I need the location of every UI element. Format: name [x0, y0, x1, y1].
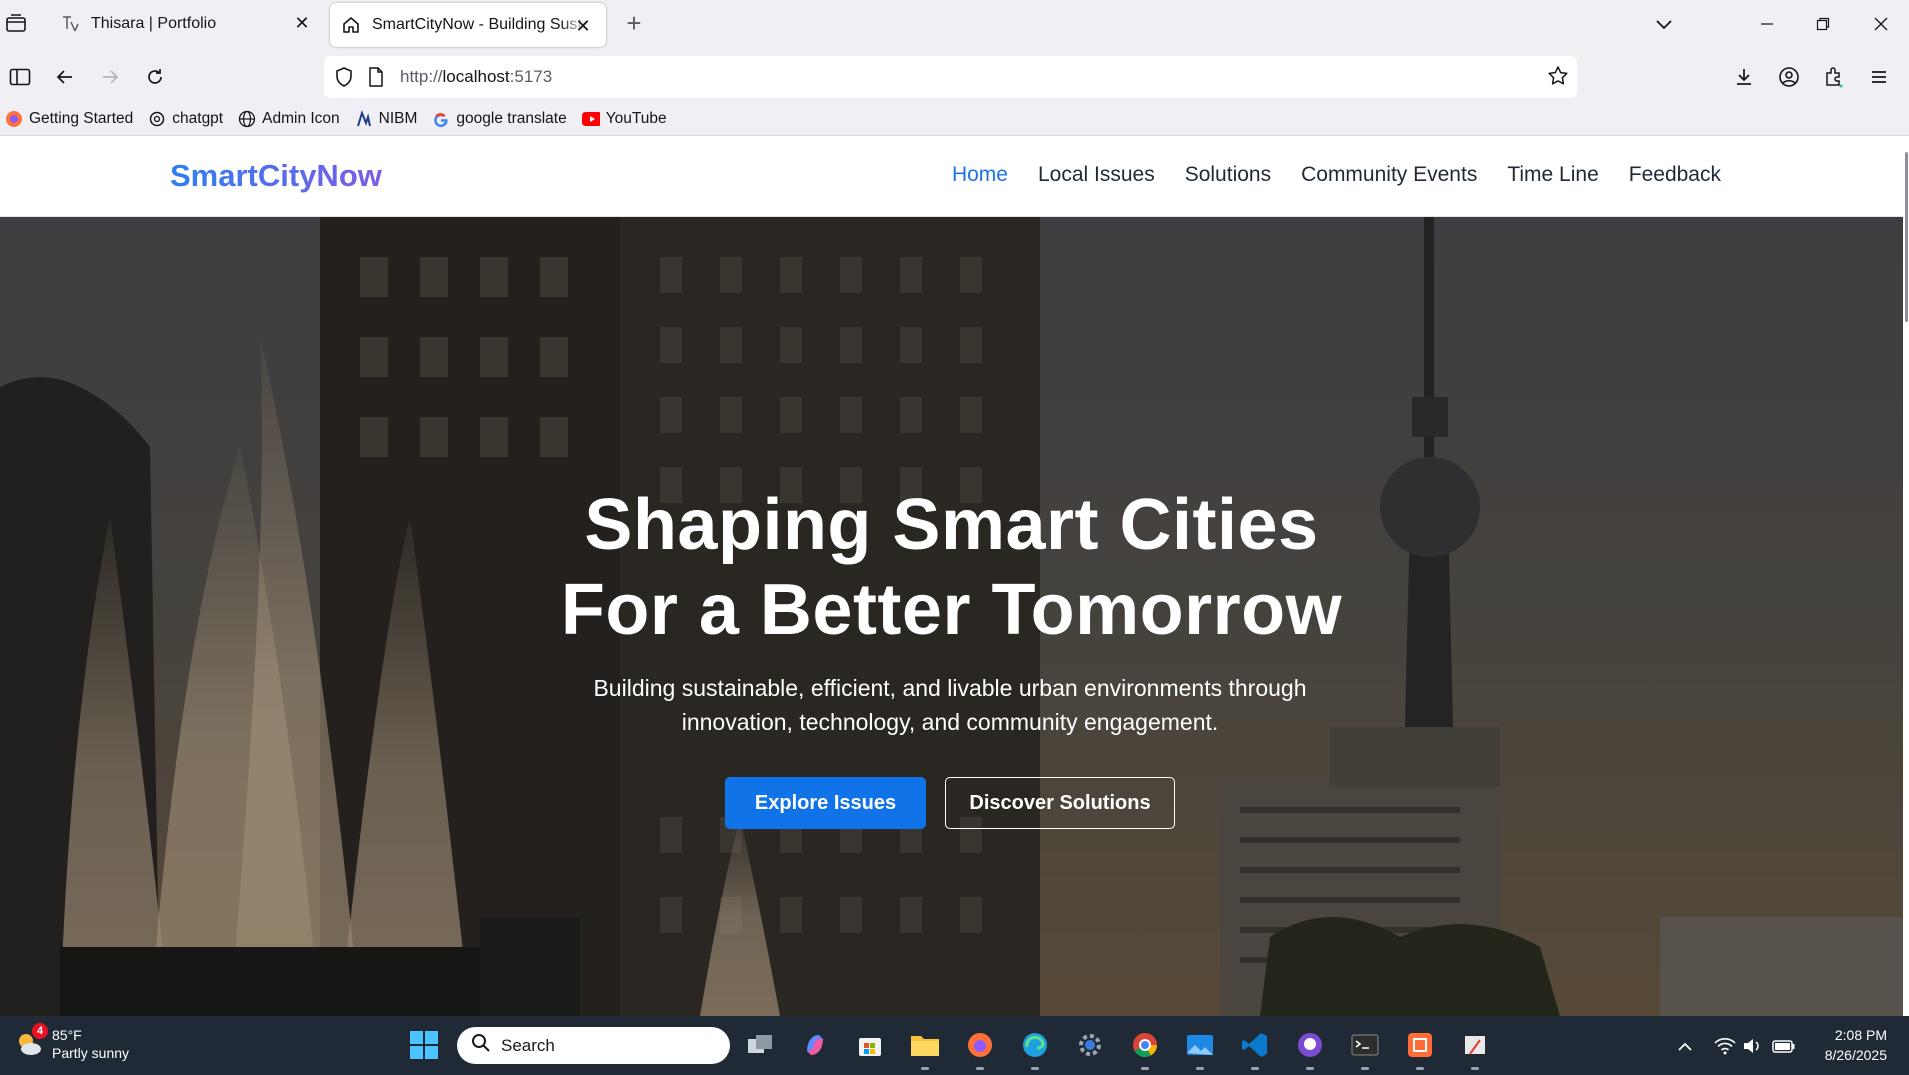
- firefox-taskbar-icon[interactable]: [963, 1028, 997, 1070]
- windows-start-icon[interactable]: [410, 1031, 438, 1059]
- site-header: SmartCityNow Home Local Issues Solutions…: [0, 136, 1903, 217]
- extensions-icon[interactable]: [1819, 62, 1849, 92]
- address-bar[interactable]: http://localhost:5173: [324, 56, 1577, 98]
- bookmark-chatgpt[interactable]: chatgpt: [148, 110, 223, 128]
- list-all-tabs-icon[interactable]: [1652, 12, 1676, 36]
- nibm-icon: [355, 110, 373, 128]
- vscode-icon[interactable]: [1238, 1028, 1272, 1070]
- app-menu-icon[interactable]: [1864, 62, 1894, 92]
- close-window-button[interactable]: [1853, 0, 1909, 47]
- terminal-icon[interactable]: [1348, 1028, 1382, 1070]
- nav-link-local-issues[interactable]: Local Issues: [1038, 163, 1155, 187]
- clock-date: 8/26/2025: [1824, 1047, 1887, 1063]
- hero-section: Shaping Smart Cities For a Better Tomorr…: [0, 217, 1903, 1016]
- sidebar-toggle-icon[interactable]: [5, 62, 35, 92]
- volume-icon[interactable]: [1741, 1034, 1765, 1058]
- hero-subtitle: Building sustainable, efficient, and liv…: [593, 675, 1307, 735]
- task-view-icon[interactable]: [743, 1028, 777, 1062]
- file-explorer-icon[interactable]: [908, 1028, 942, 1070]
- wifi-icon[interactable]: [1713, 1034, 1737, 1058]
- clock-time: 2:08 PM: [1834, 1027, 1887, 1043]
- github-desktop-icon[interactable]: [1293, 1028, 1327, 1070]
- system-clock[interactable]: 2:08 PM 8/26/2025: [1825, 1025, 1887, 1065]
- weather-temperature: 85°F: [52, 1027, 82, 1043]
- partly-sunny-icon: 4: [14, 1023, 48, 1059]
- chrome-icon[interactable]: [1128, 1028, 1162, 1070]
- copilot-icon[interactable]: [798, 1028, 832, 1062]
- youtube-icon: [581, 110, 600, 128]
- home-icon: [340, 14, 362, 36]
- nav-link-feedback[interactable]: Feedback: [1629, 163, 1721, 187]
- bookmark-admin-icon[interactable]: Admin Icon: [238, 110, 340, 128]
- postman-icon[interactable]: [1403, 1028, 1437, 1070]
- nav-link-time-line[interactable]: Time Line: [1507, 163, 1598, 187]
- minimize-window-button[interactable]: [1739, 0, 1795, 47]
- search-icon: [471, 1033, 491, 1058]
- bookmark-youtube[interactable]: YouTube: [581, 110, 667, 128]
- account-icon[interactable]: [1774, 62, 1804, 92]
- tab-title: Thisara | Portfolio: [91, 14, 217, 32]
- hero-title: Shaping Smart Cities For a Better Tomorr…: [560, 485, 1343, 650]
- page-translate-icon: [59, 13, 81, 35]
- page-viewport: SmartCityNow Home Local Issues Solutions…: [0, 136, 1909, 1016]
- nav-link-solutions[interactable]: Solutions: [1185, 163, 1271, 187]
- new-tab-button[interactable]: +: [620, 10, 648, 38]
- bookmark-google-translate[interactable]: google translate: [432, 110, 567, 128]
- forward-arrow-icon[interactable]: [95, 62, 125, 92]
- downloads-icon[interactable]: [1729, 62, 1759, 92]
- notification-badge: 4: [32, 1023, 48, 1039]
- page-info-icon[interactable]: [368, 67, 384, 92]
- main-menu: Home Local Issues Solutions Community Ev…: [922, 163, 1721, 187]
- page-scrollbar[interactable]: [1903, 136, 1909, 1016]
- taskbar-search-box[interactable]: Search: [457, 1027, 730, 1064]
- windows-taskbar: 4 85°F Partly sunny Search 2:08 PM 8/26/…: [0, 1016, 1909, 1075]
- restore-window-button[interactable]: [1795, 0, 1851, 47]
- site-logo[interactable]: SmartCityNow: [170, 158, 382, 194]
- bookmark-getting-started[interactable]: Getting Started: [5, 110, 133, 128]
- nav-link-home[interactable]: Home: [952, 163, 1008, 187]
- close-tab-icon[interactable]: ✕: [572, 15, 594, 37]
- scrollbar-thumb[interactable]: [1905, 152, 1908, 322]
- snipping-tool-icon[interactable]: [1458, 1028, 1492, 1070]
- photos-icon[interactable]: [1183, 1028, 1217, 1070]
- url-text[interactable]: http://localhost:5173: [400, 67, 552, 87]
- tab-smartcitynow[interactable]: SmartCityNow - Building Sustainable ✕: [330, 3, 606, 47]
- back-arrow-icon[interactable]: [50, 62, 80, 92]
- bookmarks-toolbar: Getting Started chatgpt Admin Icon NIBM …: [0, 103, 1909, 136]
- nav-link-community-events[interactable]: Community Events: [1301, 163, 1477, 187]
- edge-icon[interactable]: [1018, 1028, 1052, 1070]
- weather-condition: Partly sunny: [52, 1045, 130, 1061]
- reload-icon[interactable]: [140, 62, 170, 92]
- navigation-toolbar: http://localhost:5173: [0, 51, 1909, 103]
- tab-title: SmartCityNow - Building Sustainable: [372, 16, 587, 33]
- tracking-protection-shield-icon[interactable]: [334, 66, 354, 93]
- tab-strip: Thisara | Portfolio ✕ SmartCityNow - Bui…: [0, 0, 1909, 51]
- settings-gear-icon[interactable]: [1073, 1028, 1107, 1062]
- weather-widget[interactable]: 4 85°F Partly sunny: [14, 1023, 130, 1062]
- bookmark-nibm[interactable]: NIBM: [355, 110, 417, 128]
- tab-list-icon[interactable]: [4, 12, 28, 38]
- firefox-icon: [5, 110, 23, 128]
- bookmark-star-icon[interactable]: [1547, 65, 1569, 92]
- microsoft-store-icon[interactable]: [853, 1028, 887, 1062]
- close-tab-icon[interactable]: ✕: [291, 12, 313, 34]
- show-hidden-icons-chevron-icon[interactable]: [1673, 1034, 1697, 1058]
- search-placeholder: Search: [501, 1035, 555, 1055]
- explore-issues-button[interactable]: Explore Issues: [725, 777, 926, 829]
- discover-solutions-button[interactable]: Discover Solutions: [945, 777, 1175, 829]
- battery-icon[interactable]: [1772, 1034, 1796, 1058]
- globe-icon: [238, 110, 256, 128]
- google-icon: [432, 110, 450, 128]
- openai-icon: [148, 110, 166, 128]
- tab-portfolio[interactable]: Thisara | Portfolio ✕: [45, 0, 325, 47]
